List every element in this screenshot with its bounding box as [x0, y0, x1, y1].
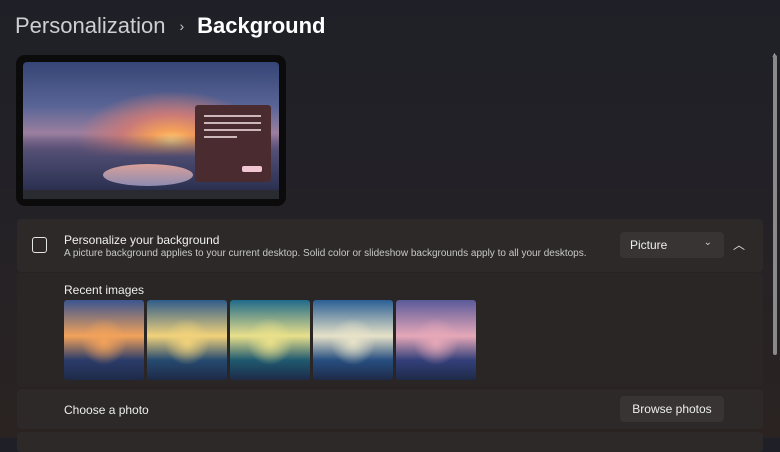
taskbar-preview: [23, 190, 279, 199]
setting-title: Personalize your background: [64, 233, 220, 247]
setting-description: A picture background applies to your cur…: [64, 248, 587, 259]
recent-image-2[interactable]: [147, 300, 227, 380]
breadcrumb-parent[interactable]: Personalization: [15, 13, 165, 39]
personalize-background-card[interactable]: Personalize your background A picture ba…: [17, 219, 763, 272]
picture-icon: [32, 237, 47, 253]
dropdown-value: Picture: [630, 238, 668, 252]
recent-image-4[interactable]: [313, 300, 393, 380]
scrollbar-thumb[interactable]: [773, 55, 777, 355]
recent-image-5[interactable]: [396, 300, 476, 380]
chevron-up-icon[interactable]: ︿: [733, 236, 745, 253]
recent-image-1[interactable]: [64, 300, 144, 380]
recent-images-section: Recent images: [17, 273, 763, 387]
recent-image-3[interactable]: [230, 300, 310, 380]
breadcrumb: Personalization › Background: [15, 13, 325, 39]
background-type-dropdown[interactable]: Picture ⌄: [620, 232, 724, 258]
page-title: Background: [197, 13, 326, 38]
chevron-down-icon: ⌄: [703, 237, 712, 248]
next-setting-row: [17, 432, 763, 452]
choose-photo-label: Choose a photo: [64, 403, 149, 417]
window-preview: [195, 105, 271, 182]
browse-photos-button[interactable]: Browse photos: [620, 396, 724, 422]
chevron-right-icon: ›: [179, 18, 185, 34]
choose-photo-row: Choose a photo Browse photos: [17, 389, 763, 429]
recent-images-label: Recent images: [64, 283, 145, 297]
